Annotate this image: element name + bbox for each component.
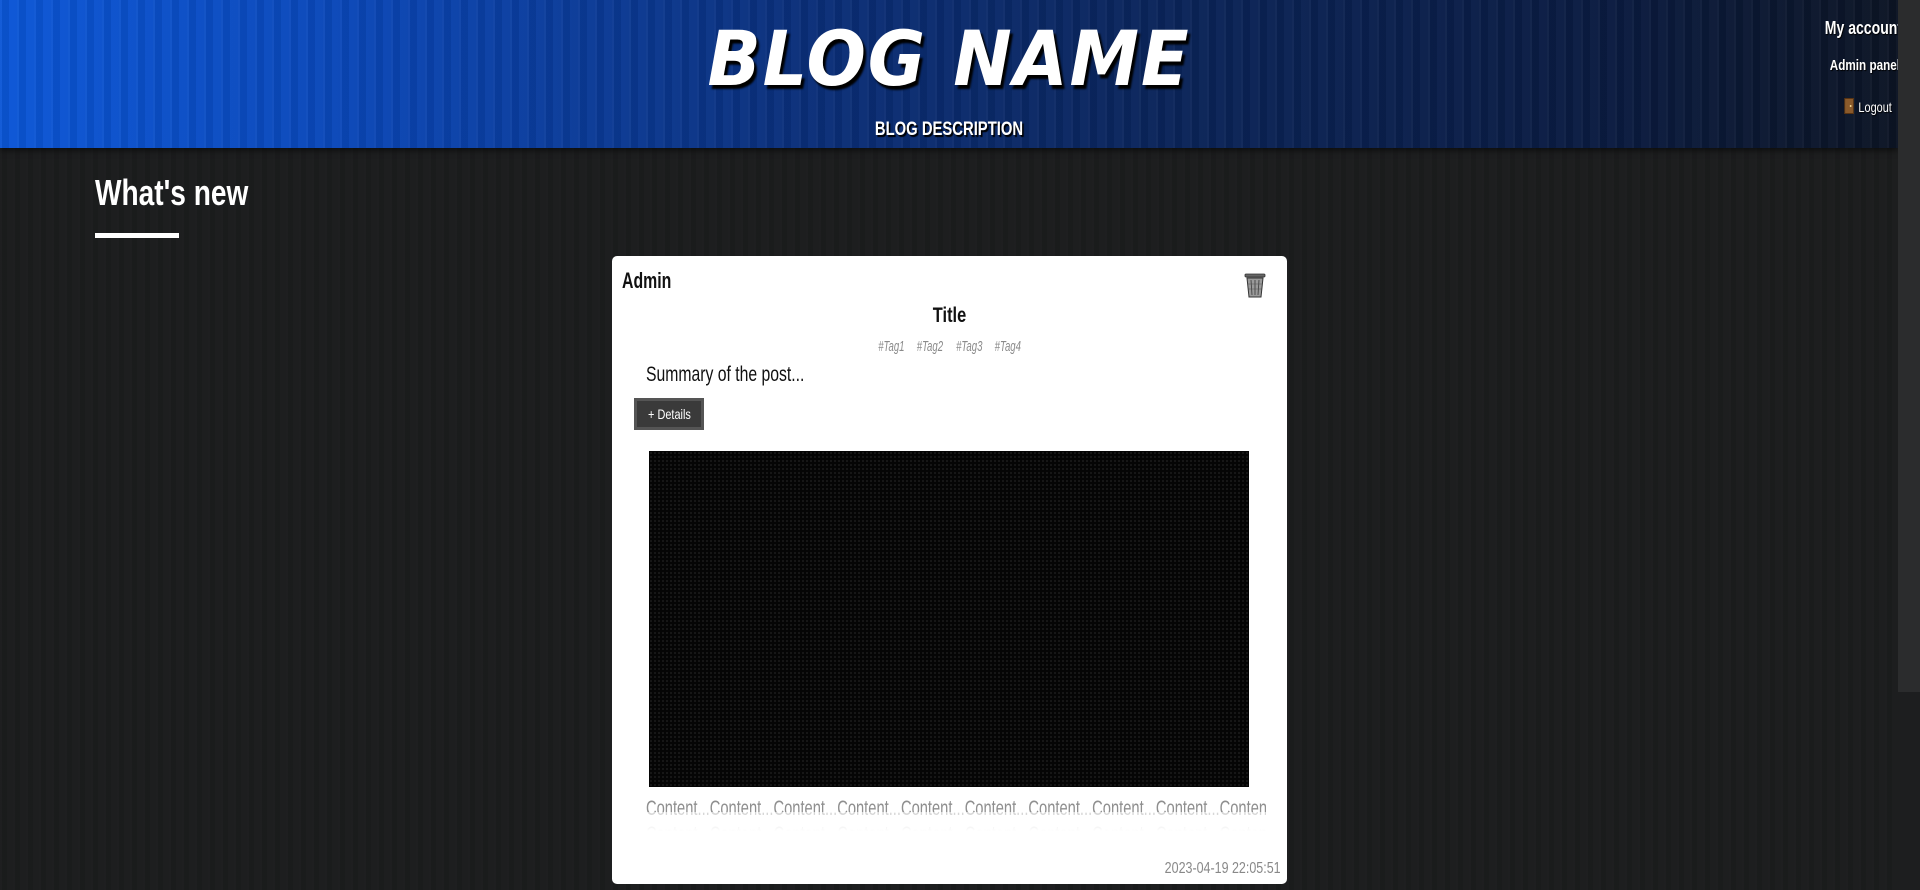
post-card: Admin Title #Tag1 #Tag2 #Tag3 #Tag4 Summ… [612,256,1287,884]
tag-link[interactable]: #Tag1 [878,338,904,355]
tag-link[interactable]: #Tag3 [956,338,982,355]
post-tags: #Tag1 #Tag2 #Tag3 #Tag4 [612,338,1287,355]
door-icon [1844,98,1854,114]
my-account-link[interactable]: My account [1825,18,1902,39]
logout-link[interactable]: Logout [1844,98,1892,115]
trash-icon[interactable] [1243,271,1267,299]
content-fade [646,812,1266,836]
tag-link[interactable]: #Tag2 [917,338,943,355]
post-title[interactable]: Title [686,304,1213,328]
post-timestamp: 2023-04-19 22:05:51 [1165,860,1281,877]
scrollbar-thumb[interactable] [1898,0,1920,692]
admin-panel-link[interactable]: Admin panel [1830,57,1900,74]
header-banner: BLOG NAME BLOG DESCRIPTION [0,0,1898,148]
details-button-label: + Details [647,406,691,422]
post-media[interactable] [649,451,1249,787]
logout-label: Logout [1858,99,1892,115]
tag-link[interactable]: #Tag4 [995,338,1021,355]
post-content-preview: Content...Content...Content...Content...… [646,796,1266,836]
blog-description: BLOG DESCRIPTION [874,119,1024,140]
section-title: What's new [95,172,249,213]
post-summary: Summary of the post... [646,363,805,386]
page-scrollbar[interactable] [1898,0,1920,890]
post-author[interactable]: Admin [622,268,671,294]
section-underline [95,233,179,238]
details-button[interactable]: + Details [634,398,704,430]
blog-name[interactable]: BLOG NAME [76,14,1822,103]
